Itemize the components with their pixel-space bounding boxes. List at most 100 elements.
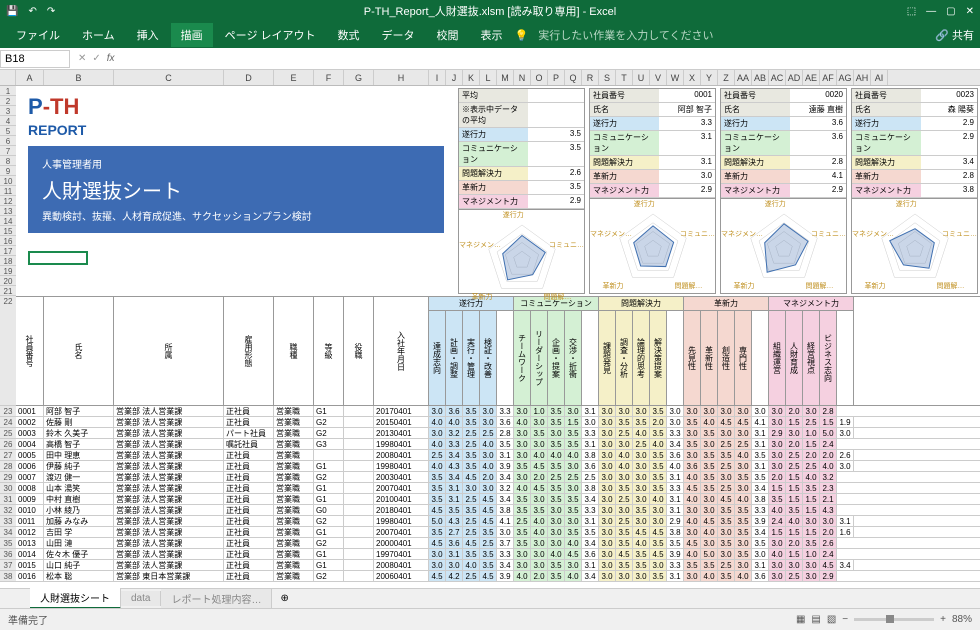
share-button[interactable]: 🔗 共有: [935, 27, 974, 43]
col-header[interactable]: AF: [820, 70, 837, 85]
undo-icon[interactable]: ↶: [28, 6, 36, 17]
table-row[interactable]: 0013山田 漣営業部 法人営業課正社員営業職G2200004014.53.64…: [16, 538, 980, 549]
data-grid: 社員番号氏名所属雇用形態職種等級役職入社年月日遂行力達成志向計画・調整実行・管理…: [16, 296, 980, 582]
ribbon-tabs: ファイル ホーム 挿入 描画 ページ レイアウト 数式 データ 校閲 表示 💡 …: [0, 22, 980, 48]
col-header[interactable]: U: [633, 70, 650, 85]
table-row[interactable]: 0005田中 理恵営業部 法人営業課正社員営業職 200804012.53.43…: [16, 450, 980, 461]
col-header[interactable]: AE: [803, 70, 820, 85]
col-header[interactable]: A: [16, 70, 44, 85]
col-header[interactable]: L: [480, 70, 497, 85]
table-row[interactable]: 0004高橋 智子営業部 法人営業課嘱託社員営業職G3199804014.03.…: [16, 439, 980, 450]
tab-review[interactable]: 校閲: [427, 23, 469, 47]
col-header[interactable]: X: [684, 70, 701, 85]
save-icon[interactable]: 💾: [6, 6, 18, 17]
zoom-in-icon[interactable]: +: [940, 614, 946, 625]
tab-formulas[interactable]: 数式: [328, 23, 370, 47]
view-normal-icon[interactable]: ▦: [796, 614, 805, 625]
table-row[interactable]: 0009中村 直樹営業部 法人営業課正社員営業職G1201004013.53.1…: [16, 494, 980, 505]
table-row[interactable]: 0006伊藤 純子営業部 法人営業課正社員営業職G1199804014.04.3…: [16, 461, 980, 472]
col-header[interactable]: W: [667, 70, 684, 85]
sheet-tab-report[interactable]: レポート処理内容…: [161, 589, 272, 608]
col-header[interactable]: T: [616, 70, 633, 85]
tab-view[interactable]: 表示: [471, 23, 513, 47]
table-row[interactable]: 0012吉田 学営業部 法人営業課正社員営業職G1200704013.52.72…: [16, 527, 980, 538]
col-header[interactable]: AB: [752, 70, 769, 85]
maximize-icon[interactable]: ▢: [946, 6, 955, 17]
col-header[interactable]: M: [497, 70, 514, 85]
col-header[interactable]: P: [548, 70, 565, 85]
table-row[interactable]: 0007渡辺 健一営業部 法人営業課正社員営業職G2200304013.53.4…: [16, 472, 980, 483]
col-header[interactable]: B: [44, 70, 114, 85]
col-header[interactable]: AH: [854, 70, 871, 85]
sheet-tab-data[interactable]: data: [121, 591, 161, 606]
employee-card: 平均 ※表示中データの平均 遂行力3.5コミュニケーション3.5問題解決力2.6…: [458, 88, 585, 294]
redo-icon[interactable]: ↷: [47, 6, 55, 17]
col-header[interactable]: D: [224, 70, 274, 85]
add-sheet-icon[interactable]: ⊕: [272, 593, 296, 604]
zoom-slider[interactable]: [854, 618, 934, 621]
view-break-icon[interactable]: ▧: [827, 614, 836, 625]
tab-data[interactable]: データ: [372, 23, 425, 47]
row-headers: 1234567891011121314151617181920212223242…: [0, 86, 16, 582]
tell-me[interactable]: 実行したい作業を入力してください: [538, 27, 713, 43]
tab-draw[interactable]: 描画: [171, 23, 213, 47]
employee-card: 社員番号0023氏名森 陽葵遂行力2.9コミュニケーション2.9問題解決力3.4…: [851, 88, 978, 294]
col-header[interactable]: G: [344, 70, 374, 85]
table-row[interactable]: 0010小林 綾乃営業部 法人営業課正社員営業職G0201804014.53.5…: [16, 505, 980, 516]
ribbon-options-icon[interactable]: ⬚: [907, 6, 916, 17]
cancel-icon[interactable]: ✕: [78, 53, 86, 64]
table-row[interactable]: 0016松本 聡営業部 東日本営業課正社員営業職G2200604014.54.2…: [16, 571, 980, 582]
col-header[interactable]: F: [314, 70, 344, 85]
tab-file[interactable]: ファイル: [6, 23, 70, 47]
col-header[interactable]: C: [114, 70, 224, 85]
enter-icon[interactable]: ✓: [92, 53, 100, 64]
zoom-out-icon[interactable]: −: [842, 614, 848, 625]
col-header[interactable]: K: [463, 70, 480, 85]
table-row[interactable]: 0003鈴木 久美子営業部 法人営業課パート社員営業職G2201304013.0…: [16, 428, 980, 439]
window-title: P-TH_Report_人財選抜.xlsm [読み取り専用] - Excel: [126, 3, 854, 19]
table-row[interactable]: 0014佐々木 優子営業部 法人営業課正社員営業職G1199704013.03.…: [16, 549, 980, 560]
fx-icon[interactable]: fx: [107, 53, 115, 64]
table-row[interactable]: 0011加藤 みなみ営業部 法人営業課正社員営業職G2199804015.04.…: [16, 516, 980, 527]
logo: P-TH: [28, 94, 444, 120]
col-header[interactable]: AI: [871, 70, 888, 85]
table-row[interactable]: 0015山口 純子営業部 法人営業課正社員営業職G1200804013.03.0…: [16, 560, 980, 571]
name-box[interactable]: B18: [0, 50, 70, 68]
table-row[interactable]: 0008山本 湯笑営業部 法人営業課正社員営業職G1200704013.53.1…: [16, 483, 980, 494]
col-header[interactable]: AG: [837, 70, 854, 85]
col-header[interactable]: Y: [701, 70, 718, 85]
employee-card: 社員番号0020氏名遠藤 直樹遂行力3.6コミュニケーション3.6問題解決力2.…: [720, 88, 847, 294]
col-header[interactable]: S: [599, 70, 616, 85]
col-header[interactable]: J: [446, 70, 463, 85]
col-header[interactable]: N: [514, 70, 531, 85]
tab-layout[interactable]: ページ レイアウト: [215, 23, 326, 47]
col-header[interactable]: AC: [769, 70, 786, 85]
view-layout-icon[interactable]: ▤: [811, 614, 820, 625]
column-headers: ABCDEFGHIJKLMNOPQRSTUVWXYZAAABACADAEAFAG…: [0, 70, 980, 86]
minimize-icon[interactable]: —: [926, 6, 936, 17]
col-header[interactable]: Z: [718, 70, 735, 85]
col-header[interactable]: Q: [565, 70, 582, 85]
col-header[interactable]: V: [650, 70, 667, 85]
tab-home[interactable]: ホーム: [72, 23, 125, 47]
col-header[interactable]: AD: [786, 70, 803, 85]
table-row[interactable]: 0001阿部 智子営業部 法人営業課正社員営業職G1201704013.03.6…: [16, 406, 980, 417]
tab-insert[interactable]: 挿入: [127, 23, 169, 47]
col-header[interactable]: O: [531, 70, 548, 85]
table-row[interactable]: 0002佐藤 剛営業部 法人営業課正社員営業職G2201504014.04.03…: [16, 417, 980, 428]
col-header[interactable]: H: [374, 70, 429, 85]
status-ready: 準備完了: [8, 612, 48, 627]
report-label: REPORT: [28, 122, 444, 138]
zoom-level[interactable]: 88%: [952, 614, 972, 625]
col-header[interactable]: AA: [735, 70, 752, 85]
col-header[interactable]: I: [429, 70, 446, 85]
col-header[interactable]: R: [582, 70, 599, 85]
active-cell[interactable]: [28, 251, 88, 265]
grid-header: 所属: [114, 297, 224, 405]
close-icon[interactable]: ✕: [966, 6, 974, 17]
sheet-tab-main[interactable]: 人財選抜シート: [30, 588, 121, 609]
sheet-area[interactable]: 1234567891011121314151617181920212223242…: [0, 86, 980, 588]
title-box: 人事管理者用 人財選抜シート 異動検討、抜擢、人材育成促進、サクセッションプラン…: [28, 146, 444, 233]
col-header[interactable]: E: [274, 70, 314, 85]
formula-bar: B18 ✕ ✓ fx: [0, 48, 980, 70]
